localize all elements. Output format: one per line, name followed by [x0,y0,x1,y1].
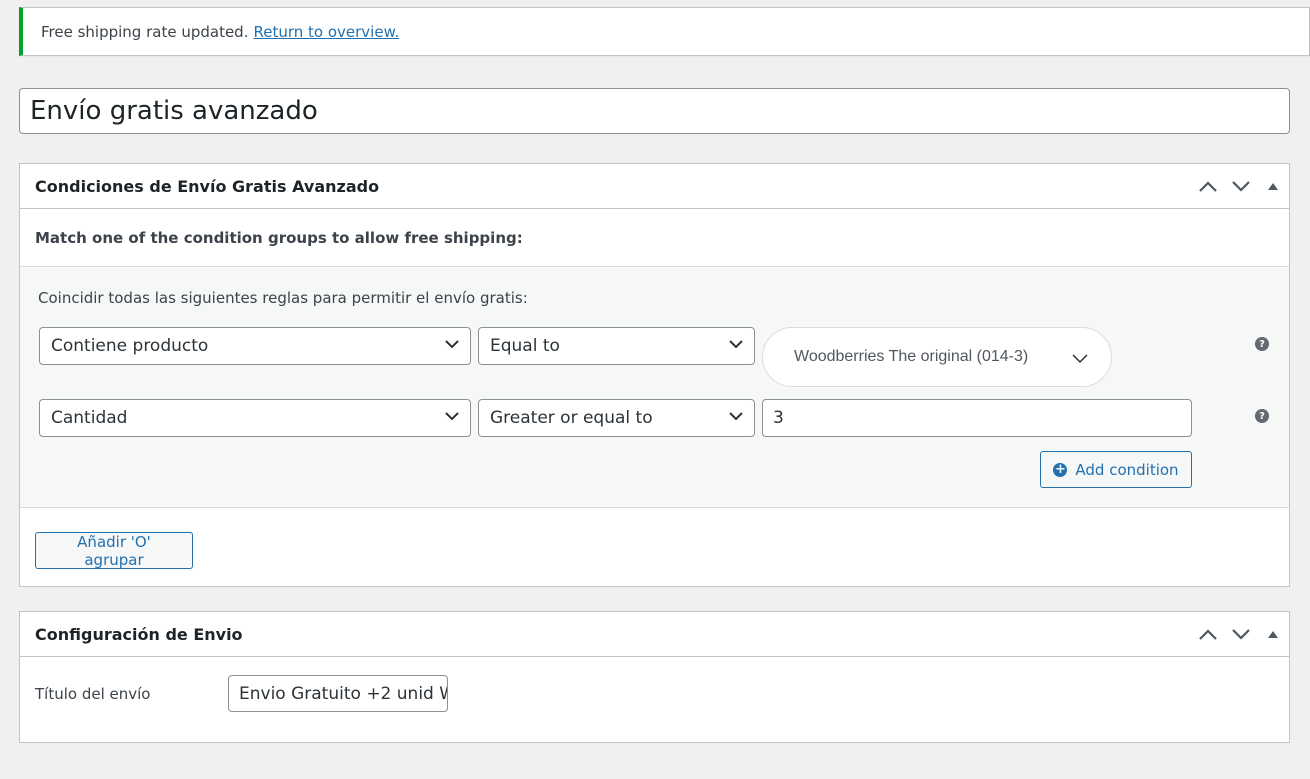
move-up-button[interactable] [1191,612,1224,657]
chevron-down-icon [445,412,459,421]
add-condition-button[interactable]: + Add condition [1040,451,1192,488]
post-title-input[interactable] [19,88,1290,134]
plus-circle-icon: + [1053,461,1068,477]
shipping-title-row: Título del envío Envio Gratuito +2 unid … [20,657,1289,742]
return-to-overview-link[interactable]: Return to overview. [253,23,399,41]
operator-select-2[interactable]: Greater or equal to [478,399,755,437]
match-instruction: Match one of the condition groups to all… [35,228,523,247]
chevron-up-icon [1198,180,1217,192]
add-or-group-button[interactable]: Añadir 'O' agrupar [35,532,193,569]
chevron-down-icon [1072,354,1088,364]
operator-select-2-value: Greater or equal to [490,408,653,428]
chevron-down-icon [729,412,743,421]
condition-select-2[interactable]: Cantidad [39,399,471,437]
condition-group-title: Coincidir todas las siguientes reglas pa… [38,289,528,307]
move-down-button[interactable] [1224,164,1257,209]
condition-select-1-value: Contiene producto [51,336,209,356]
shipping-title-label: Título del envío [35,685,151,703]
help-icon[interactable]: ? [1255,337,1269,351]
condition-select-2-value: Cantidad [51,408,128,428]
quantity-value-input[interactable]: 3 [762,399,1192,437]
chevron-down-icon [729,340,743,349]
conditions-postbox-title: Condiciones de Envío Gratis Avanzado [35,176,380,196]
quantity-value: 3 [773,408,784,428]
conditions-postbox-header: Condiciones de Envío Gratis Avanzado [20,164,1289,209]
conditions-postbox: Condiciones de Envío Gratis Avanzado Mat… [19,163,1290,587]
product-select-1[interactable]: Woodberries The original (014-3) [762,327,1112,387]
triangle-up-icon [1268,630,1278,638]
notice-message: Free shipping rate updated. [41,22,249,41]
condition-group: Coincidir todas las siguientes reglas pa… [20,266,1289,508]
settings-postbox: Configuración de Envio Título del envío … [19,611,1290,743]
chevron-down-icon [1231,628,1250,640]
help-icon[interactable]: ? [1255,409,1269,423]
shipping-title-input[interactable]: Envio Gratuito +2 unid Woodberries [228,675,448,712]
product-select-1-value: Woodberries The original (014-3) [794,348,1029,365]
move-up-button[interactable] [1191,164,1224,209]
condition-select-1[interactable]: Contiene producto [39,327,471,365]
success-notice: Free shipping rate updated. Return to ov… [19,7,1310,56]
chevron-down-icon [445,340,459,349]
settings-postbox-header: Configuración de Envio [20,612,1289,657]
shipping-title-value: Envio Gratuito +2 unid Woodberries [239,683,447,704]
move-down-button[interactable] [1224,612,1257,657]
or-group-area: Añadir 'O' agrupar [20,508,1289,586]
settings-postbox-title: Configuración de Envio [35,624,243,644]
toggle-panel-button[interactable] [1257,164,1289,209]
settings-handle-actions [1191,612,1289,656]
conditions-handle-actions [1191,164,1289,208]
add-or-group-label: Añadir 'O' agrupar [77,532,151,569]
triangle-up-icon [1268,182,1278,190]
operator-select-1[interactable]: Equal to [478,327,755,365]
toggle-panel-button[interactable] [1257,612,1289,657]
chevron-down-icon [1231,180,1250,192]
add-condition-label: Add condition [1075,460,1179,479]
operator-select-1-value: Equal to [490,336,560,356]
chevron-up-icon [1198,628,1217,640]
